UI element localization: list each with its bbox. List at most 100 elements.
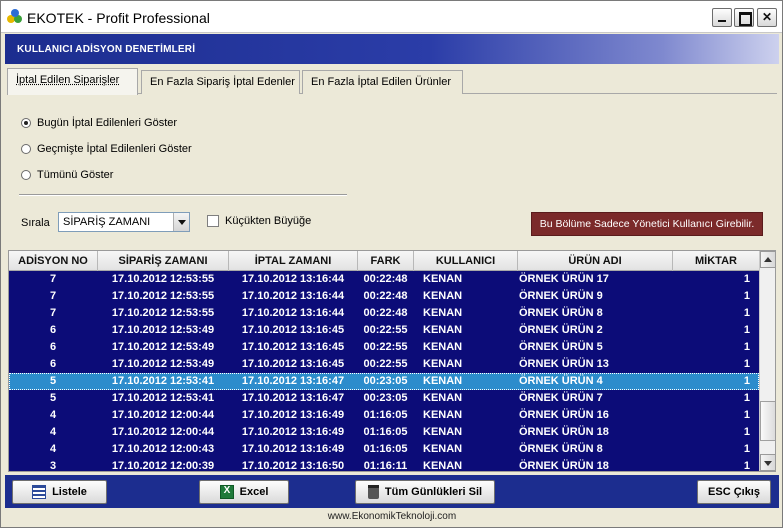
table-row[interactable]: 6 17.10.2012 12:53:49 17.10.2012 13:16:45 0… xyxy=(9,356,759,373)
minimize-button[interactable] xyxy=(712,8,732,27)
cell-difference: 00:22:48 xyxy=(363,290,408,302)
cell-quantity: 1 xyxy=(743,273,750,285)
column-header-receipt-no[interactable]: ADİSYON NO xyxy=(9,251,98,271)
delete-all-logs-button[interactable]: Tüm Günlükleri Sil xyxy=(355,480,495,504)
table-row[interactable]: 4 17.10.2012 12:00:43 17.10.2012 13:16:49 0… xyxy=(9,441,759,458)
cell-difference: 01:16:11 xyxy=(363,460,408,471)
cell-order-time: 17.10.2012 12:53:55 xyxy=(111,290,215,302)
cell-receipt-no: 6 xyxy=(49,358,57,370)
table-row[interactable]: 4 17.10.2012 12:00:44 17.10.2012 13:16:49 0… xyxy=(9,407,759,424)
cell-quantity: 1 xyxy=(743,392,750,404)
tab-cancelled-orders[interactable]: İptal Edilen Siparişler xyxy=(7,68,138,95)
cancelled-orders-table[interactable]: ADİSYON NO SİPARİŞ ZAMANI İPTAL ZAMANI F… xyxy=(8,250,776,472)
scroll-down-icon[interactable] xyxy=(760,454,775,471)
table-row[interactable]: 6 17.10.2012 12:53:49 17.10.2012 13:16:45 0… xyxy=(9,339,759,356)
column-header-order-time[interactable]: SİPARİŞ ZAMANI xyxy=(98,251,229,271)
radio-today[interactable]: Bugün İptal Edilenleri Göster xyxy=(21,116,177,130)
maximize-button[interactable] xyxy=(734,8,754,27)
cell-order-time: 17.10.2012 12:53:41 xyxy=(111,392,215,404)
cell-quantity: 1 xyxy=(743,409,750,421)
sort-dropdown[interactable]: SİPARİŞ ZAMANI xyxy=(58,212,190,232)
cell-cancel-time: 17.10.2012 13:16:49 xyxy=(241,426,345,438)
cell-cancel-time: 17.10.2012 13:16:45 xyxy=(241,358,345,370)
sort-dropdown-value: SİPARİŞ ZAMANI xyxy=(63,216,151,228)
radio-past[interactable]: Geçmişte İptal Edilenleri Göster xyxy=(21,142,192,156)
cell-quantity: 1 xyxy=(743,443,750,455)
column-header-difference[interactable]: FARK xyxy=(358,251,414,271)
table-row[interactable]: 7 17.10.2012 12:53:55 17.10.2012 13:16:44 0… xyxy=(9,305,759,322)
footer-link[interactable]: www.EkonomikTeknoloji.com xyxy=(5,508,779,526)
cell-order-time: 17.10.2012 12:00:44 xyxy=(111,409,215,421)
table-row[interactable]: 7 17.10.2012 12:53:55 17.10.2012 13:16:44 0… xyxy=(9,288,759,305)
cell-product: ÖRNEK ÜRÜN 8 xyxy=(519,443,603,455)
admin-only-notice: Bu Bölüme Sadece Yönetici Kullanıcı Gire… xyxy=(531,212,763,236)
table-row[interactable]: 5 17.10.2012 12:53:41 17.10.2012 13:16:47 0… xyxy=(9,390,759,407)
radio-selected-icon xyxy=(21,118,31,128)
cell-cancel-time: 17.10.2012 13:16:47 xyxy=(241,392,345,404)
radio-all[interactable]: Tümünü Göster xyxy=(21,168,113,182)
column-header-user[interactable]: KULLANICI xyxy=(414,251,518,271)
cell-difference: 00:22:55 xyxy=(363,341,408,353)
cell-user: KENAN xyxy=(423,443,463,455)
chevron-down-icon[interactable] xyxy=(173,213,189,231)
cell-user: KENAN xyxy=(423,426,463,438)
scroll-up-icon[interactable] xyxy=(760,251,775,268)
column-header-product[interactable]: ÜRÜN ADI xyxy=(518,251,673,271)
list-icon xyxy=(32,485,47,499)
cell-product: ÖRNEK ÜRÜN 18 xyxy=(519,460,609,471)
cell-user: KENAN xyxy=(423,358,463,370)
cell-cancel-time: 17.10.2012 13:16:49 xyxy=(241,443,345,455)
tab-top-cancelling-users[interactable]: En Fazla Sipariş İptal Edenler xyxy=(141,70,300,94)
cell-product: ÖRNEK ÜRÜN 17 xyxy=(519,273,609,285)
exit-button[interactable]: ESC Çıkış xyxy=(697,480,771,504)
list-button[interactable]: Listele xyxy=(12,480,107,504)
cell-order-time: 17.10.2012 12:53:55 xyxy=(111,273,215,285)
cell-product: ÖRNEK ÜRÜN 8 xyxy=(519,307,603,319)
maximize-icon xyxy=(735,9,753,26)
close-icon: ✕ xyxy=(761,10,773,24)
cell-quantity: 1 xyxy=(743,358,750,370)
excel-button-label: Excel xyxy=(239,486,269,498)
cell-cancel-time: 17.10.2012 13:16:44 xyxy=(241,273,345,285)
checkbox-icon xyxy=(207,215,219,227)
cell-user: KENAN xyxy=(423,307,463,319)
cell-cancel-time: 17.10.2012 13:16:44 xyxy=(241,290,345,302)
table-row[interactable]: 4 17.10.2012 12:00:44 17.10.2012 13:16:49 0… xyxy=(9,424,759,441)
tab-top-cancelled-products[interactable]: En Fazla İptal Edilen Ürünler xyxy=(302,70,463,94)
excel-button[interactable]: Excel xyxy=(199,480,289,504)
column-header-quantity[interactable]: MİKTAR xyxy=(673,251,759,271)
cell-difference: 01:16:05 xyxy=(363,409,408,421)
divider xyxy=(19,194,347,196)
table-row[interactable]: 6 17.10.2012 12:53:49 17.10.2012 13:16:45 0… xyxy=(9,322,759,339)
cell-difference: 00:22:48 xyxy=(363,307,408,319)
main-window: EKOTEK - Profit Professional ✕ KULLANICI… xyxy=(0,0,783,528)
ascending-checkbox[interactable]: Küçükten Büyüğe xyxy=(207,215,311,227)
cell-product: ÖRNEK ÜRÜN 7 xyxy=(519,392,603,404)
vertical-scrollbar[interactable] xyxy=(759,251,775,471)
close-button[interactable]: ✕ xyxy=(757,8,777,27)
title-bar[interactable]: EKOTEK - Profit Professional ✕ xyxy=(1,1,782,33)
cell-product: ÖRNEK ÜRÜN 13 xyxy=(519,358,609,370)
cell-order-time: 17.10.2012 12:00:39 xyxy=(111,460,215,471)
table-row[interactable]: 5 17.10.2012 12:53:41 17.10.2012 13:16:47 0… xyxy=(9,373,759,390)
column-header-cancel-time[interactable]: İPTAL ZAMANI xyxy=(229,251,358,271)
cell-product: ÖRNEK ÜRÜN 2 xyxy=(519,324,603,336)
cell-receipt-no: 7 xyxy=(49,290,57,302)
tab-label: En Fazla İptal Edilen Ürünler xyxy=(311,76,452,88)
table-row[interactable]: 7 17.10.2012 12:53:55 17.10.2012 13:16:44 0… xyxy=(9,271,759,288)
cell-quantity: 1 xyxy=(743,460,750,471)
cell-order-time: 17.10.2012 12:00:43 xyxy=(111,443,215,455)
cell-difference: 01:16:05 xyxy=(363,426,408,438)
scroll-thumb[interactable] xyxy=(760,401,775,441)
delete-all-logs-label: Tüm Günlükleri Sil xyxy=(384,486,483,498)
table-row[interactable]: 3 17.10.2012 12:00:39 17.10.2012 13:16:50 0… xyxy=(9,458,759,471)
cell-order-time: 17.10.2012 12:53:49 xyxy=(111,358,215,370)
checkbox-label: Küçükten Büyüğe xyxy=(225,215,312,227)
cell-receipt-no: 4 xyxy=(49,426,57,438)
exit-button-label: ESC Çıkış xyxy=(708,486,760,498)
cell-quantity: 1 xyxy=(743,341,750,353)
action-bar: Listele Excel Tüm Günlükleri Sil ESC Çık… xyxy=(5,475,779,508)
cell-receipt-no: 5 xyxy=(49,392,57,404)
cell-receipt-no: 7 xyxy=(49,307,57,319)
cell-user: KENAN xyxy=(423,460,463,471)
